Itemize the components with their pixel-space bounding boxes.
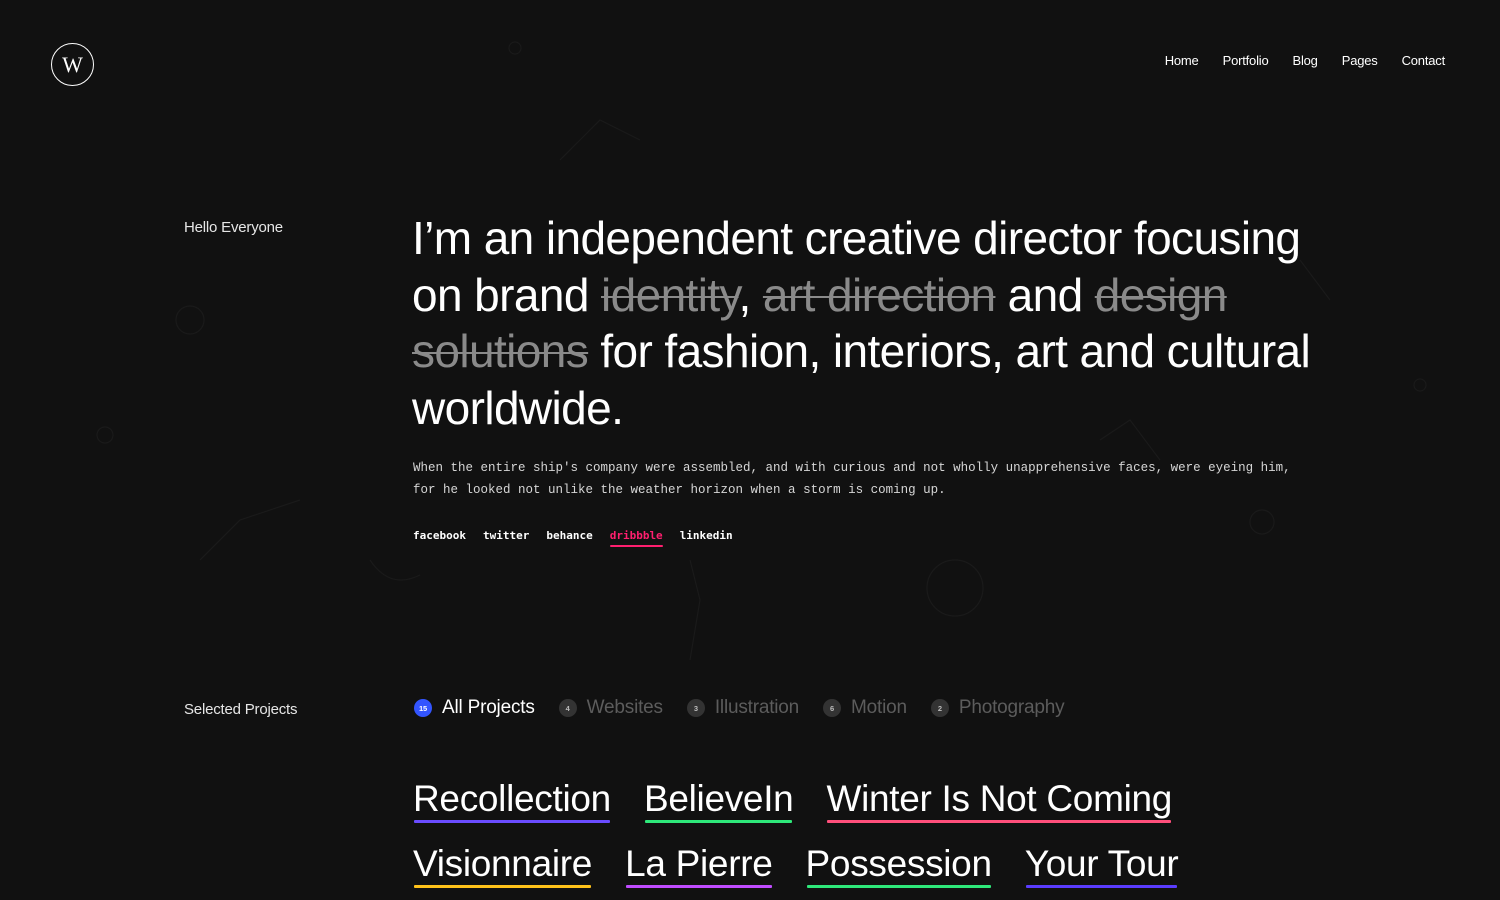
project-filters: 15 All Projects 4 Websites 3 Illustratio… [414, 697, 1065, 719]
project-underline [1025, 885, 1178, 888]
filter-all-projects[interactable]: 15 All Projects [414, 697, 535, 719]
nav-portfolio[interactable]: Portfolio [1223, 53, 1269, 68]
project-underline [414, 885, 592, 888]
project-link[interactable]: Winter Is Not Coming [826, 778, 1172, 823]
headline-text: , [738, 268, 763, 321]
filter-count-badge: 2 [930, 699, 949, 717]
headline-text: and [995, 268, 1095, 321]
project-link[interactable]: BelieveIn [644, 778, 794, 823]
project-link[interactable]: Recollection [413, 778, 611, 823]
main-nav: Home Portfolio Blog Pages Contact [1165, 53, 1445, 68]
struck-word: art direction [762, 268, 996, 321]
filter-websites[interactable]: 4 Websites [558, 697, 663, 719]
filter-label: Websites [586, 697, 663, 718]
nav-home[interactable]: Home [1165, 53, 1199, 68]
project-title: Recollection [413, 778, 611, 819]
project-link[interactable]: La Pierre [625, 843, 773, 888]
struck-word: identity [600, 268, 739, 321]
project-underline [827, 820, 1172, 823]
filter-motion[interactable]: 6 Motion [823, 697, 907, 719]
project-title: La Pierre [625, 843, 773, 884]
project-title: Possession [805, 843, 993, 884]
project-underline [806, 885, 991, 888]
social-behance[interactable]: behance [546, 529, 592, 547]
filter-label: All Projects [442, 697, 535, 718]
filter-count-badge: 4 [558, 699, 577, 717]
logo[interactable]: W [51, 43, 94, 86]
filter-label: Photography [958, 697, 1065, 718]
project-title: Visionnaire [413, 843, 593, 884]
project-link[interactable]: Your Tour [1025, 843, 1179, 888]
social-dribbble[interactable]: dribbble [609, 529, 663, 547]
filter-count-badge: 3 [686, 699, 705, 717]
filter-illustration[interactable]: 3 Illustration [686, 697, 800, 719]
nav-contact[interactable]: Contact [1402, 53, 1446, 68]
project-underline [644, 820, 793, 823]
project-link[interactable]: Possession [806, 843, 992, 888]
filter-count-badge: 15 [414, 699, 432, 717]
background-decoration [96, 41, 1427, 661]
social-links: facebook twitter behance dribbble linked… [413, 529, 733, 547]
headline: I’m an independent creative director foc… [412, 210, 1332, 436]
social-twitter[interactable]: twitter [483, 529, 529, 547]
nav-pages[interactable]: Pages [1342, 53, 1378, 68]
project-title: Your Tour [1024, 843, 1179, 884]
social-linkedin[interactable]: linkedin [680, 529, 733, 547]
project-title: Winter Is Not Coming [826, 778, 1173, 819]
bio-text: When the entire ship's company were asse… [413, 461, 1291, 497]
project-underline [414, 820, 610, 823]
projects-label: Selected Projects [184, 701, 298, 718]
filter-photography[interactable]: 2 Photography [930, 697, 1065, 719]
social-facebook[interactable]: facebook [413, 529, 466, 547]
project-link[interactable]: Visionnaire [413, 843, 592, 888]
logo-letter: W [62, 51, 83, 77]
project-title: BelieveIn [643, 778, 794, 819]
nav-blog[interactable]: Blog [1292, 53, 1317, 68]
page: W Home Portfolio Blog Pages Contact Hell… [0, 0, 1500, 900]
project-list: Recollection BelieveIn Winter Is Not Com… [413, 778, 1313, 888]
project-underline [626, 885, 772, 888]
filter-label: Motion [851, 697, 907, 718]
filter-label: Illustration [714, 697, 800, 718]
intro-label: Hello Everyone [184, 219, 283, 236]
filter-count-badge: 6 [823, 699, 842, 717]
